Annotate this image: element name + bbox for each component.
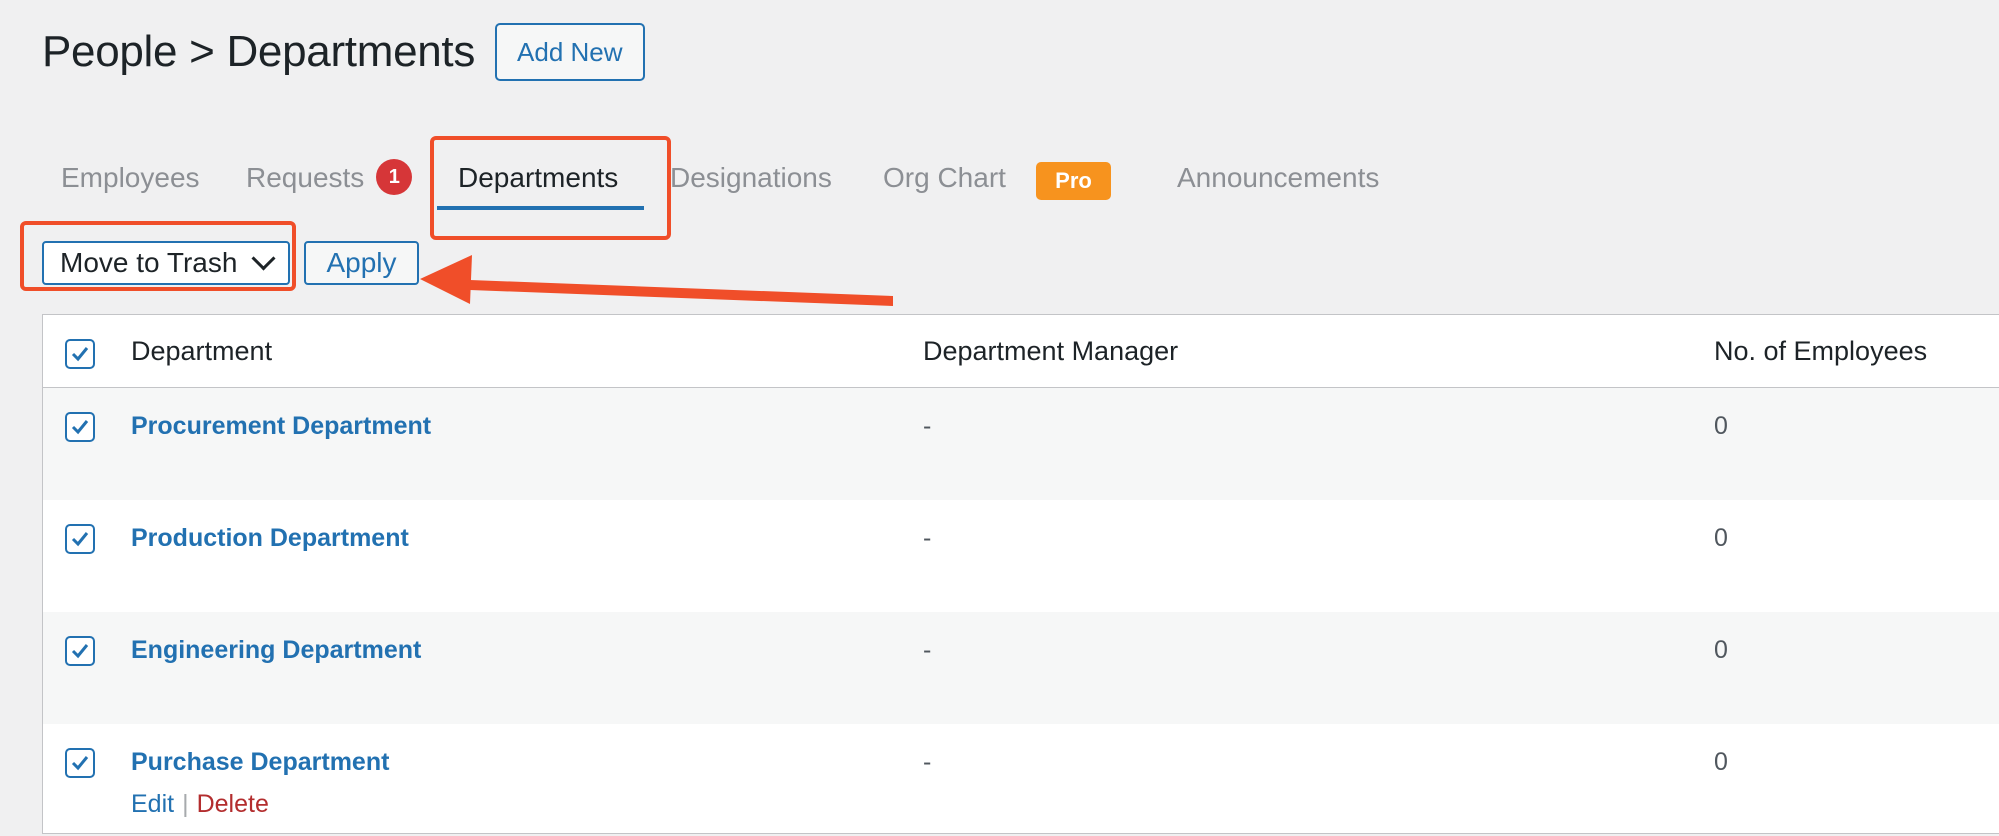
tab-label: Designations — [670, 162, 832, 193]
manager-cell: - — [923, 412, 932, 440]
manager-cell: - — [923, 748, 932, 776]
table-row: Procurement Department - 0 — [43, 388, 1999, 500]
tab-announcements[interactable]: Announcements — [1177, 150, 1379, 206]
tab-designations[interactable]: Designations — [670, 150, 832, 206]
table-row: Production Department - 0 — [43, 500, 1999, 612]
action-separator: | — [182, 790, 189, 818]
apply-button[interactable]: Apply — [304, 241, 419, 285]
tab-label: Announcements — [1177, 162, 1380, 193]
tab-org-chart[interactable]: Org Chart — [883, 150, 1006, 206]
select-all-checkbox[interactable] — [65, 339, 95, 369]
page-title: People > Departments — [42, 27, 476, 76]
department-link[interactable]: Procurement Department — [131, 412, 431, 440]
column-header-employees: No. of Employees — [1714, 336, 1928, 366]
manager-cell: - — [923, 636, 932, 664]
delete-link[interactable]: Delete — [197, 790, 269, 818]
page-header: People > Departments Add New — [42, 22, 645, 82]
row-checkbox[interactable] — [65, 412, 95, 442]
column-header-manager: Department Manager — [923, 336, 1179, 366]
checkmark-icon — [71, 532, 89, 547]
tab-label: Org Chart — [883, 162, 1006, 193]
manager-cell: - — [923, 524, 932, 552]
department-link[interactable]: Production Department — [131, 524, 409, 552]
employee-count-cell: 0 — [1714, 412, 1728, 440]
table-row: Purchase Department - 0 Edit | Delete — [43, 724, 1999, 836]
departments-table: Department Department Manager No. of Emp… — [42, 314, 1999, 834]
pro-badge: Pro — [1036, 162, 1111, 200]
chevron-down-icon — [251, 245, 276, 271]
column-header-department[interactable]: Department — [131, 315, 272, 387]
add-new-button[interactable]: Add New — [495, 23, 645, 81]
employee-count-cell: 0 — [1714, 748, 1728, 776]
annotation-highlight-departments-tab — [430, 136, 671, 240]
table-header: Department Department Manager No. of Emp… — [43, 315, 1999, 388]
checkmark-icon — [71, 644, 89, 659]
bulk-action-value: Move to Trash — [60, 247, 238, 278]
checkmark-icon — [71, 420, 89, 435]
tab-employees[interactable]: Employees — [61, 150, 200, 206]
row-checkbox[interactable] — [65, 636, 95, 666]
edit-link[interactable]: Edit — [131, 790, 174, 818]
tab-requests[interactable]: Requests 1 — [246, 150, 413, 206]
row-checkbox[interactable] — [65, 524, 95, 554]
tab-label: Employees — [61, 162, 200, 193]
table-row: Engineering Department - 0 — [43, 612, 1999, 724]
row-actions: Edit | Delete — [131, 790, 269, 819]
requests-count-badge: 1 — [376, 158, 413, 195]
department-link[interactable]: Purchase Department — [131, 748, 389, 776]
employee-count-cell: 0 — [1714, 524, 1728, 552]
checkmark-icon — [71, 347, 89, 362]
department-link[interactable]: Engineering Department — [131, 636, 421, 664]
employee-count-cell: 0 — [1714, 636, 1728, 664]
row-checkbox[interactable] — [65, 748, 95, 778]
checkmark-icon — [71, 756, 89, 771]
bulk-action-select[interactable]: Move to Trash — [42, 241, 290, 285]
tab-label: Requests — [246, 162, 365, 193]
